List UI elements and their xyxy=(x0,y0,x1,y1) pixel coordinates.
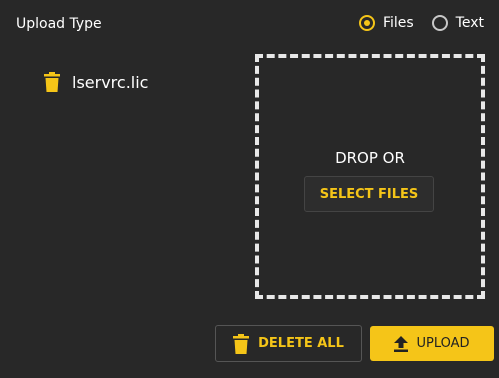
file-name: lservrc.lic xyxy=(72,72,149,92)
delete-all-label: DELETE ALL xyxy=(258,336,344,351)
upload-button[interactable]: UPLOAD xyxy=(370,326,494,361)
file-list-item: lservrc.lic xyxy=(44,72,148,92)
drop-zone-text: DROP OR xyxy=(335,149,405,167)
drop-zone[interactable]: DROP OR SELECT FILES xyxy=(255,54,485,299)
trash-icon[interactable] xyxy=(44,72,60,92)
upload-icon xyxy=(394,335,409,352)
select-files-button[interactable]: SELECT FILES xyxy=(304,176,434,212)
trash-icon xyxy=(233,333,250,354)
radio-text-indicator[interactable] xyxy=(431,15,448,31)
radio-text-label: Text xyxy=(455,15,484,31)
radio-option-text[interactable]: Text xyxy=(431,15,484,31)
radio-files-indicator[interactable] xyxy=(358,15,375,31)
upload-label: UPLOAD xyxy=(416,336,470,351)
delete-all-button[interactable]: DELETE ALL xyxy=(215,325,362,362)
upload-type-radio-group: Files Text xyxy=(358,15,484,31)
radio-files-label: Files xyxy=(382,15,414,31)
upload-type-label: Upload Type xyxy=(16,16,102,32)
radio-option-files[interactable]: Files xyxy=(358,15,414,31)
